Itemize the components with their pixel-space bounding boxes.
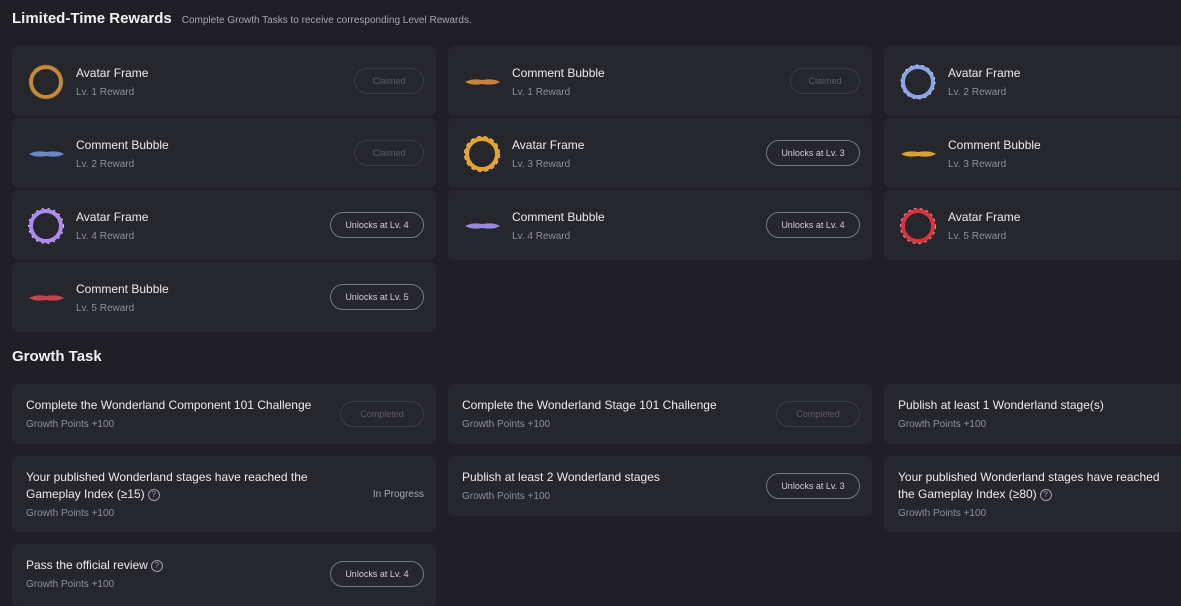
task-title: Your published Wonderland stages have re… bbox=[26, 469, 308, 503]
completed-button[interactable]: Completed bbox=[776, 401, 860, 427]
reward-title: Comment Bubble bbox=[512, 66, 605, 80]
rewards-section-subtitle: Complete Growth Tasks to receive corresp… bbox=[181, 15, 472, 26]
help-icon[interactable]: ? bbox=[147, 489, 160, 501]
reward-title: Avatar Frame bbox=[76, 66, 149, 80]
task-title: Your published Wonderland stages have re… bbox=[898, 469, 1160, 503]
task-title-line2: Gameplay Index (≥15) bbox=[26, 487, 145, 501]
task-card: Publish at least 1 Wonderland stage(s) G… bbox=[884, 384, 1181, 444]
task-title: Pass the official review? bbox=[26, 557, 163, 574]
reward-level: Lv. 5 Reward bbox=[948, 231, 1007, 242]
reward-level: Lv. 2 Reward bbox=[948, 87, 1007, 98]
reward-title: Comment Bubble bbox=[76, 282, 169, 296]
reward-title: Avatar Frame bbox=[948, 210, 1021, 224]
task-title-line2: the Gameplay Index (≥80) bbox=[898, 487, 1037, 501]
task-points: Growth Points +100 bbox=[26, 508, 115, 519]
reward-level: Lv. 4 Reward bbox=[76, 231, 135, 242]
help-icon[interactable]: ? bbox=[1039, 489, 1052, 501]
unlock-button[interactable]: Unlocks at Lv. 4 bbox=[330, 561, 424, 587]
reward-card: Comment Bubble Lv. 2 Reward Claimed bbox=[12, 118, 436, 188]
task-title: Complete the Wonderland Stage 101 Challe… bbox=[462, 398, 717, 412]
task-title-line1: Your published Wonderland stages have re… bbox=[26, 470, 308, 484]
reward-title: Avatar Frame bbox=[948, 66, 1021, 80]
claimed-button[interactable]: Claimed bbox=[354, 68, 424, 94]
reward-level: Lv. 2 Reward bbox=[76, 159, 135, 170]
avatar-frame-icon bbox=[900, 208, 936, 244]
avatar-frame-icon bbox=[464, 136, 500, 172]
task-points: Growth Points +100 bbox=[26, 579, 115, 590]
reward-card: Avatar Frame Lv. 1 Reward Claimed bbox=[12, 46, 436, 116]
comment-bubble-icon bbox=[901, 151, 936, 157]
task-card: Pass the official review? Growth Points … bbox=[12, 544, 436, 606]
task-points: Growth Points +100 bbox=[26, 419, 115, 430]
claimed-button[interactable]: Claimed bbox=[354, 140, 424, 166]
reward-title: Comment Bubble bbox=[948, 138, 1041, 152]
unlock-button[interactable]: Unlocks at Lv. 4 bbox=[766, 212, 860, 238]
tasks-section-title: Growth Task bbox=[12, 348, 102, 365]
avatar-frame-icon bbox=[28, 208, 64, 244]
task-title: Publish at least 2 Wonderland stages bbox=[462, 470, 660, 484]
avatar-frame-icon bbox=[28, 64, 64, 100]
reward-card: Avatar Frame Lv. 2 Reward bbox=[884, 46, 1181, 116]
help-icon[interactable]: ? bbox=[150, 560, 163, 572]
task-card: Complete the Wonderland Stage 101 Challe… bbox=[448, 384, 872, 444]
task-card: Complete the Wonderland Component 101 Ch… bbox=[12, 384, 436, 444]
reward-card: Avatar Frame Lv. 4 Reward Unlocks at Lv.… bbox=[12, 190, 436, 260]
reward-level: Lv. 5 Reward bbox=[76, 303, 135, 314]
rewards-section-header: Limited-Time Rewards Complete Growth Tas… bbox=[12, 10, 472, 27]
task-status: In Progress bbox=[372, 489, 424, 500]
task-title: Publish at least 1 Wonderland stage(s) bbox=[898, 398, 1104, 412]
task-card: Publish at least 2 Wonderland stages Gro… bbox=[448, 456, 872, 516]
unlock-button[interactable]: Unlocks at Lv. 3 bbox=[766, 473, 860, 499]
task-points: Growth Points +100 bbox=[898, 508, 987, 519]
comment-bubble-icon bbox=[29, 151, 64, 157]
unlock-button[interactable]: Unlocks at Lv. 4 bbox=[330, 212, 424, 238]
reward-card: Avatar Frame Lv. 5 Reward bbox=[884, 190, 1181, 260]
completed-button[interactable]: Completed bbox=[340, 401, 424, 427]
reward-card: Comment Bubble Lv. 4 Reward Unlocks at L… bbox=[448, 190, 872, 260]
reward-title: Comment Bubble bbox=[76, 138, 169, 152]
reward-card: Comment Bubble Lv. 1 Reward Claimed bbox=[448, 46, 872, 116]
reward-level: Lv. 1 Reward bbox=[512, 87, 571, 98]
task-card: Your published Wonderland stages have re… bbox=[884, 456, 1181, 532]
reward-card: Comment Bubble Lv. 5 Reward Unlocks at L… bbox=[12, 262, 436, 332]
task-card: Your published Wonderland stages have re… bbox=[12, 456, 436, 532]
unlock-button[interactable]: Unlocks at Lv. 5 bbox=[330, 284, 424, 310]
comment-bubble-icon bbox=[465, 223, 500, 229]
reward-title: Avatar Frame bbox=[76, 210, 149, 224]
tasks-section-header: Growth Task bbox=[12, 348, 102, 365]
reward-card: Comment Bubble Lv. 3 Reward bbox=[884, 118, 1181, 188]
reward-title: Comment Bubble bbox=[512, 210, 605, 224]
reward-level: Lv. 4 Reward bbox=[512, 231, 571, 242]
claimed-button[interactable]: Claimed bbox=[790, 68, 860, 94]
reward-level: Lv. 1 Reward bbox=[76, 87, 135, 98]
task-title-text: Pass the official review bbox=[26, 558, 148, 572]
reward-card: Avatar Frame Lv. 3 Reward Unlocks at Lv.… bbox=[448, 118, 872, 188]
task-title-line1: Your published Wonderland stages have re… bbox=[898, 470, 1160, 484]
comment-bubble-icon bbox=[465, 79, 500, 85]
comment-bubble-icon bbox=[29, 295, 64, 301]
unlock-button[interactable]: Unlocks at Lv. 3 bbox=[766, 140, 860, 166]
task-points: Growth Points +100 bbox=[462, 419, 551, 430]
avatar-frame-icon bbox=[900, 64, 936, 100]
reward-level: Lv. 3 Reward bbox=[948, 159, 1007, 170]
task-title: Complete the Wonderland Component 101 Ch… bbox=[26, 398, 312, 412]
task-points: Growth Points +100 bbox=[462, 491, 551, 502]
reward-level: Lv. 3 Reward bbox=[512, 159, 571, 170]
rewards-section-title: Limited-Time Rewards bbox=[12, 10, 172, 27]
task-points: Growth Points +100 bbox=[898, 419, 987, 430]
reward-title: Avatar Frame bbox=[512, 138, 585, 152]
